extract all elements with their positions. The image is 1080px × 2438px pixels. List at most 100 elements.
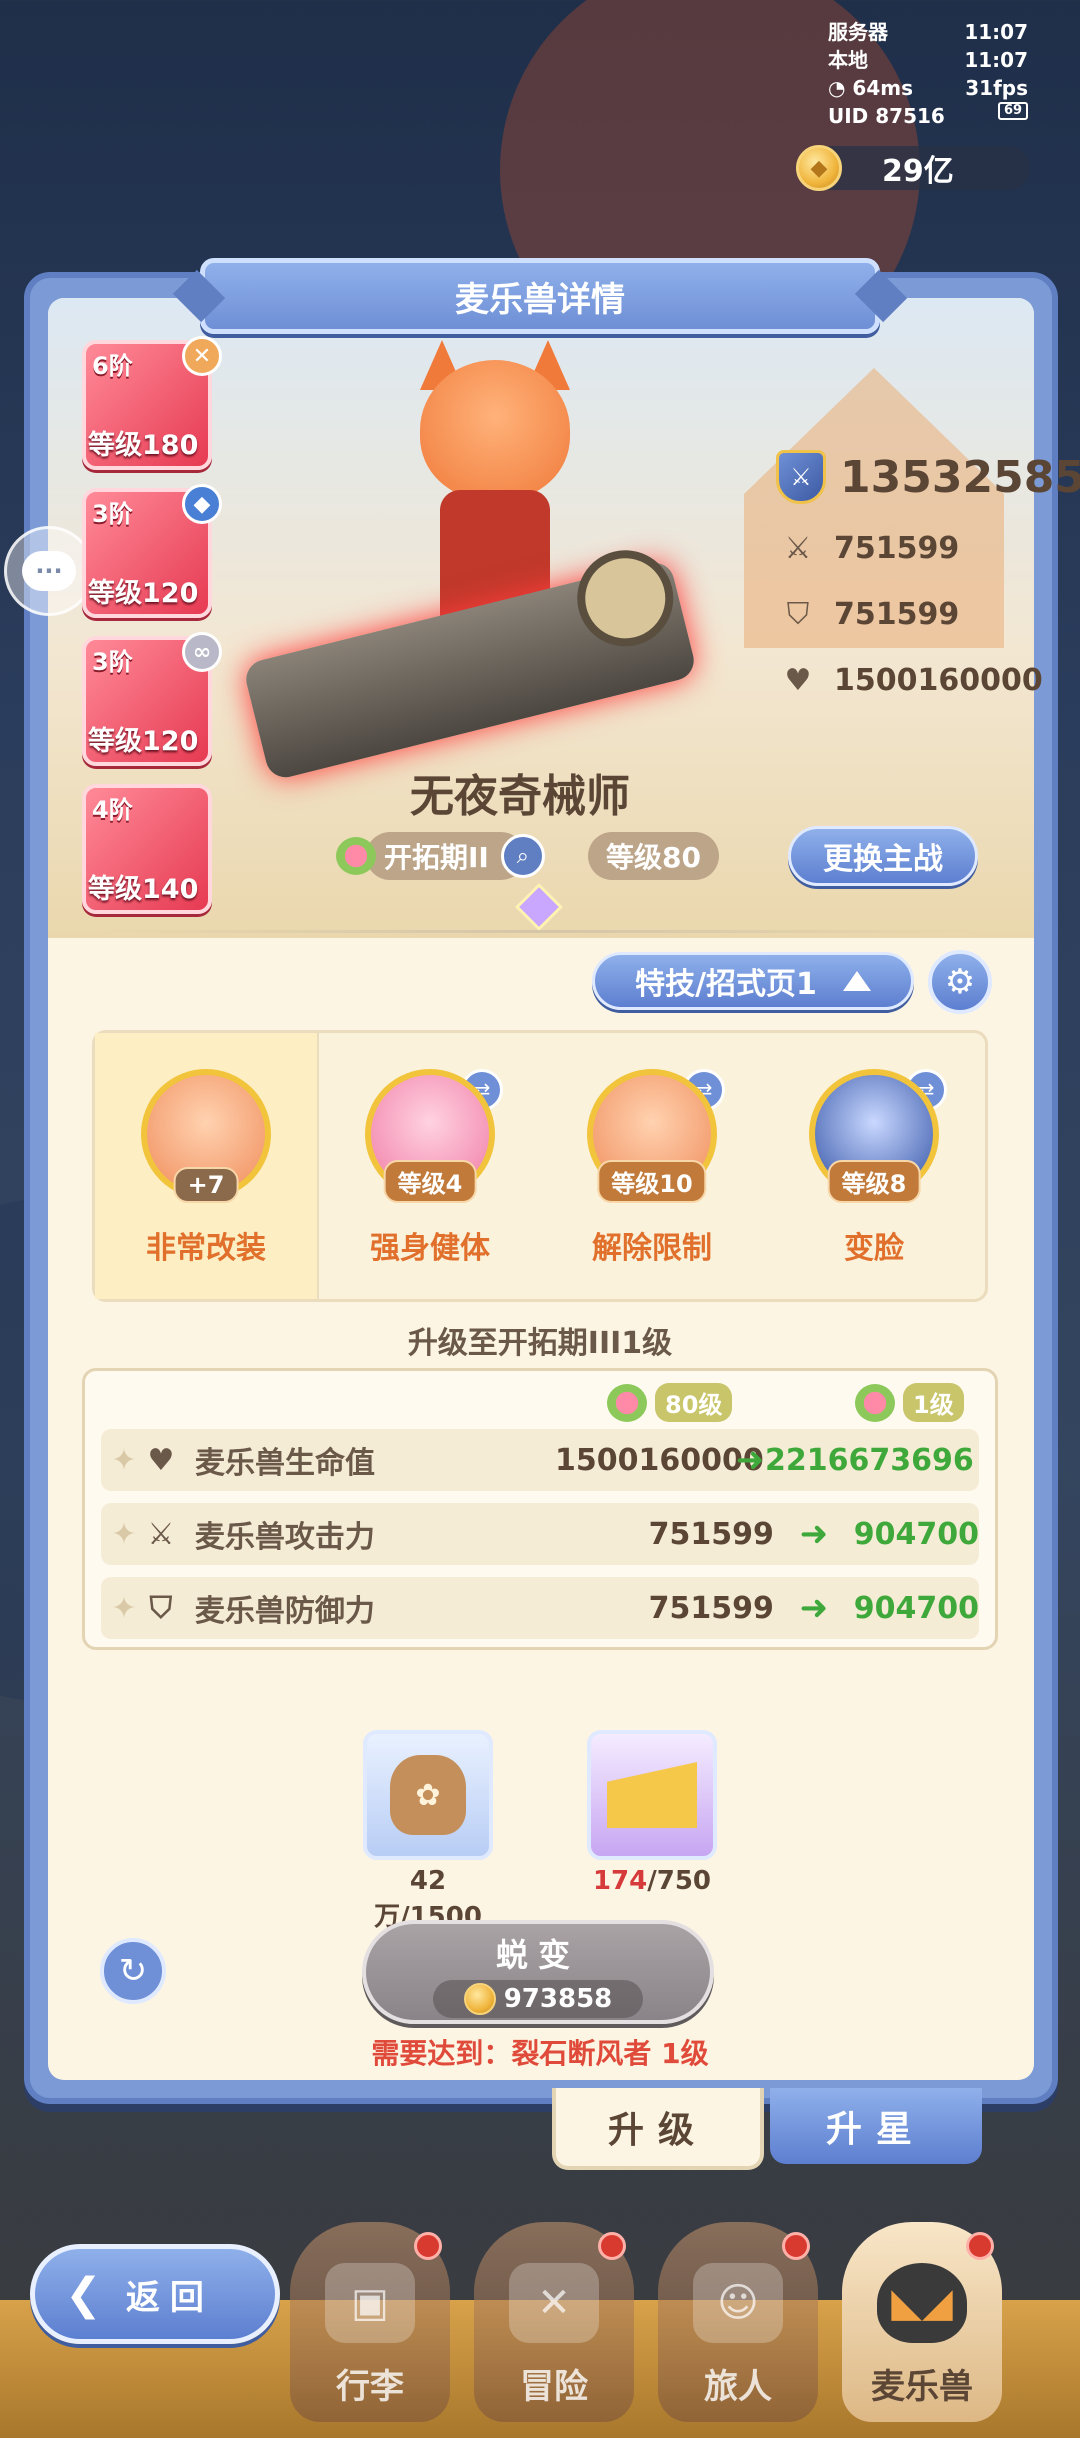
- team-slot-stage: 3阶: [92, 500, 133, 528]
- section-divider: [90, 930, 990, 933]
- wifi-icon: ◔: [828, 76, 846, 100]
- beast-team-list: 6阶 等级180 ✕ 3阶 等级120 ◆ 3阶 等级120 ∞ 4阶 等级14…: [82, 336, 222, 932]
- nav-label: 冒险: [520, 2367, 588, 2407]
- defense-value: 751599: [834, 596, 960, 632]
- skill-slot-4[interactable]: ⇄ 等级8 变脸: [763, 1033, 985, 1299]
- shield-badge-icon: ◆: [182, 484, 222, 524]
- material-slot: [587, 1730, 717, 1860]
- panel-title-text: 麦乐兽详情: [455, 279, 625, 320]
- swords-icon: ⚔: [784, 530, 812, 566]
- material-cheese[interactable]: 174/750: [582, 1730, 722, 1896]
- cheese-icon: [607, 1762, 697, 1828]
- stat-label: 麦乐兽攻击力: [194, 1520, 375, 1555]
- combat-power-row: ⚔ 13532585: [776, 450, 1080, 504]
- team-slot-2[interactable]: 3阶 等级120 ◆: [82, 484, 222, 618]
- cat-beast-icon: ◣◢: [877, 2263, 967, 2343]
- arrow-right-icon: ➜: [799, 1588, 829, 1628]
- defense-row: ⛉ 751599: [776, 592, 1080, 636]
- gear-icon[interactable]: ⚙: [928, 950, 992, 1014]
- tab-star-up[interactable]: 升星: [770, 2088, 982, 2164]
- notification-dot: [966, 2232, 994, 2260]
- gold-coin-icon: ◆: [796, 145, 842, 191]
- character-stats: ⚔ 13532585 ⚔ 751599 ⛉ 751599 ♥ 150016000…: [776, 450, 1080, 724]
- from-level-header: 80级: [607, 1383, 733, 1422]
- shield-icon: ⛉: [786, 596, 810, 632]
- team-slot-level: 等级140: [88, 874, 199, 905]
- fps-value: 31fps: [965, 76, 1028, 100]
- notification-dot: [598, 2232, 626, 2260]
- refresh-icon[interactable]: ↻: [100, 1938, 166, 2004]
- crossed-swords-icon: ✕: [509, 2263, 599, 2343]
- plus-icon: ✦: [111, 1590, 137, 1626]
- upgrade-title: 升级至开拓期III1级: [407, 1326, 673, 1361]
- combat-power-icon: ⚔: [776, 450, 826, 504]
- hp-row: ♥ 1500160000: [776, 658, 1080, 702]
- magnify-icon[interactable]: ⌕: [500, 834, 545, 878]
- stat-label: 麦乐兽防御力: [194, 1594, 375, 1629]
- skill-slot-3[interactable]: ⇄ 等级10 解除限制: [541, 1033, 763, 1299]
- team-slot-level: 等级120: [88, 578, 199, 609]
- currency-amount: 29亿: [882, 154, 954, 189]
- shield-icon: ⛉: [149, 1590, 173, 1626]
- stat-new-value: 904700: [853, 1590, 979, 1626]
- status-overlay: 服务器 11:07 本地 11:07 ◔ 64ms 31fps UID 87516 69: [828, 18, 1028, 130]
- tab-upgrade[interactable]: 升级: [552, 2088, 764, 2170]
- flower-icon: [855, 1383, 895, 1422]
- skill-slot-1[interactable]: +7 非常改装: [95, 1033, 319, 1299]
- team-slot-1[interactable]: 6阶 等级180 ✕: [82, 336, 222, 470]
- notification-dot: [782, 2232, 810, 2260]
- bottom-nav: ▣ 行李 ✕ 冒险 ☺ 旅人 ◣◢ 麦乐兽: [290, 2222, 1026, 2422]
- nav-item-adventure[interactable]: ✕ 冒险: [474, 2222, 634, 2422]
- skill-name: 变脸: [844, 1231, 904, 1266]
- nav-item-traveler[interactable]: ☺ 旅人: [658, 2222, 818, 2422]
- heart-icon: ♥: [784, 662, 812, 698]
- currency-display[interactable]: ◆ 29亿: [796, 145, 1030, 191]
- flower-icon: [607, 1383, 647, 1422]
- requirement-text: 需要达到：裂石断风者 1级: [371, 2037, 709, 2070]
- skill-portrait: 等级10: [587, 1069, 717, 1203]
- combat-power-value: 13532585: [840, 451, 1080, 503]
- chat-button[interactable]: ···: [4, 526, 94, 616]
- heart-icon: ♥: [147, 1442, 175, 1478]
- skill-name: 解除限制: [592, 1231, 712, 1266]
- to-level-header: 1级: [855, 1383, 964, 1422]
- ping-value: 64ms: [852, 76, 913, 100]
- stat-new-value: 2216673696: [765, 1442, 974, 1478]
- skill-portrait: 等级8: [809, 1069, 939, 1203]
- skill-slot-2[interactable]: ⇄ 等级4 强身健体: [319, 1033, 541, 1299]
- evolve-button[interactable]: 蜕变 973858: [362, 1920, 714, 2024]
- team-slot-level: 等级120: [88, 726, 199, 757]
- team-slot-4[interactable]: 4阶 等级140: [82, 784, 212, 914]
- arrow-right-icon: ➜: [799, 1514, 829, 1554]
- back-label: 返回: [125, 2277, 214, 2318]
- skill-list: +7 非常改装 ⇄ 等级4 强身健体 ⇄ 等级10 解除限制 ⇄ 等级8 变脸: [92, 1030, 988, 1302]
- nav-label: 麦乐兽: [871, 2367, 973, 2407]
- material-food-bag[interactable]: ✿ 42万/1500: [358, 1730, 498, 1933]
- evolve-cost: 973858: [433, 1980, 643, 2018]
- upgrade-row-attack: ✦ ⚔ 麦乐兽攻击力 751599 ➜ 904700: [101, 1503, 979, 1565]
- nav-label: 旅人: [704, 2367, 772, 2407]
- skill-portrait: +7: [141, 1069, 271, 1203]
- from-level: 80级: [655, 1383, 733, 1422]
- team-slot-3[interactable]: 3阶 等级120 ∞: [82, 632, 222, 766]
- nav-item-bag[interactable]: ▣ 行李: [290, 2222, 450, 2422]
- nav-item-beast[interactable]: ◣◢ 麦乐兽: [842, 2222, 1002, 2422]
- battery-icon: 69: [998, 102, 1028, 120]
- stat-label: 麦乐兽生命值: [195, 1446, 375, 1481]
- switch-main-button[interactable]: 更换主战: [788, 826, 978, 886]
- arrow-right-icon: ➜: [735, 1440, 765, 1480]
- skill-badge: 等级4: [383, 1160, 477, 1203]
- back-button[interactable]: ❮ 返回: [30, 2244, 280, 2344]
- attack-value: 751599: [834, 530, 960, 566]
- triangle-up-icon: [842, 971, 871, 991]
- server-label: 服务器: [828, 20, 888, 44]
- skill-page-label: 特技/招式页1: [635, 967, 817, 1002]
- traveler-portrait-icon: ☺: [693, 2263, 783, 2343]
- skill-name: 非常改装: [146, 1231, 266, 1266]
- skill-badge: +7: [173, 1167, 239, 1203]
- upgrade-row-hp: ✦ ♥ 麦乐兽生命值 1500160000 ➜ 2216673696: [101, 1429, 979, 1491]
- skill-badge: 等级8: [827, 1160, 921, 1203]
- link-badge-icon: ∞: [182, 632, 222, 672]
- upgrade-comparison: 80级 1级 ✦ ♥ 麦乐兽生命值 1500160000 ➜ 221667369…: [82, 1368, 998, 1650]
- skill-page-selector[interactable]: 特技/招式页1: [592, 952, 914, 1010]
